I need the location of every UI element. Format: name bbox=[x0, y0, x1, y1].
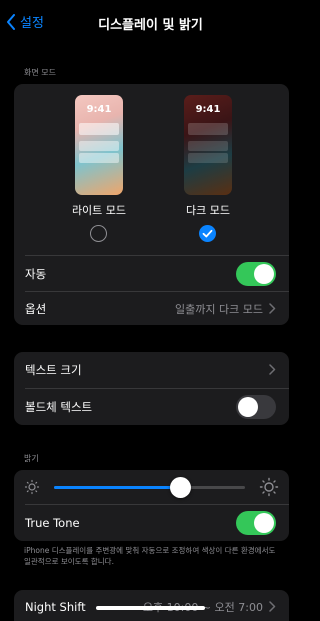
dark-mode-preview[interactable]: 9:41 bbox=[184, 95, 232, 195]
brightness-section-label: 밝기 bbox=[24, 454, 39, 463]
sun-large-icon bbox=[259, 477, 279, 497]
text-size-label: 텍스트 크기 bbox=[25, 363, 82, 377]
bold-text-toggle[interactable] bbox=[236, 395, 276, 419]
light-mode-radio[interactable] bbox=[90, 225, 107, 242]
auto-toggle[interactable] bbox=[236, 261, 276, 286]
page-title: 디스플레이 및 밝기 bbox=[98, 18, 203, 33]
chevron-right-icon bbox=[269, 303, 276, 314]
true-tone-footnote: iPhone 디스플레이를 주변광에 맞춰 자동으로 조정하여 색상이 다른 환… bbox=[24, 546, 276, 566]
options-value: 일출까지 다크 모드 bbox=[175, 302, 263, 316]
preview-widget bbox=[79, 141, 119, 151]
brightness-thumb[interactable] bbox=[169, 477, 191, 498]
brightness-slider[interactable] bbox=[54, 477, 245, 498]
text-size-row[interactable]: 텍스트 크기 bbox=[14, 352, 289, 388]
preview-widget bbox=[79, 153, 119, 163]
brightness-fill bbox=[54, 486, 181, 489]
toggle-knob bbox=[254, 263, 274, 284]
brightness-group: True Tone bbox=[14, 470, 289, 541]
preview-widget bbox=[188, 141, 228, 151]
auto-row: 자동 bbox=[14, 256, 289, 291]
home-indicator bbox=[96, 606, 205, 610]
text-group: 텍스트 크기 볼드체 텍스트 bbox=[14, 352, 289, 425]
dark-preview-time: 9:41 bbox=[195, 104, 221, 115]
light-preview-time: 9:41 bbox=[86, 104, 112, 115]
options-row[interactable]: 옵션 일출까지 다크 모드 bbox=[14, 292, 289, 325]
brightness-slider-row bbox=[14, 470, 289, 504]
appearance-section-label: 화면 모드 bbox=[24, 68, 56, 77]
chevron-right-icon bbox=[269, 364, 276, 375]
appearance-group: 9:41 9:41 라이트 모드 다크 모드 자동 옵션 일출까지 다크 모드 bbox=[14, 84, 289, 325]
options-label: 옵션 bbox=[25, 301, 47, 316]
preview-widget bbox=[188, 123, 228, 135]
preview-widget bbox=[188, 153, 228, 163]
chevron-right-icon bbox=[269, 601, 276, 612]
true-tone-toggle[interactable] bbox=[236, 511, 276, 535]
dark-mode-radio[interactable] bbox=[199, 225, 216, 242]
true-tone-label: True Tone bbox=[25, 516, 80, 530]
true-tone-row: True Tone bbox=[14, 505, 289, 541]
light-mode-label: 라이트 모드 bbox=[71, 204, 127, 217]
light-mode-preview[interactable]: 9:41 bbox=[75, 95, 123, 195]
toggle-knob bbox=[238, 397, 258, 417]
dark-mode-label: 다크 모드 bbox=[186, 204, 230, 217]
bold-text-label: 볼드체 텍스트 bbox=[25, 400, 93, 414]
checkmark-icon bbox=[202, 229, 213, 238]
toggle-knob bbox=[254, 513, 274, 533]
sun-small-icon bbox=[24, 479, 40, 495]
preview-widget bbox=[79, 123, 119, 135]
auto-label: 자동 bbox=[25, 266, 47, 281]
nav-bar: 설정 디스플레이 및 밝기 bbox=[0, 0, 301, 46]
night-shift-label: Night Shift bbox=[25, 600, 86, 614]
bold-text-row: 볼드체 텍스트 bbox=[14, 389, 289, 425]
